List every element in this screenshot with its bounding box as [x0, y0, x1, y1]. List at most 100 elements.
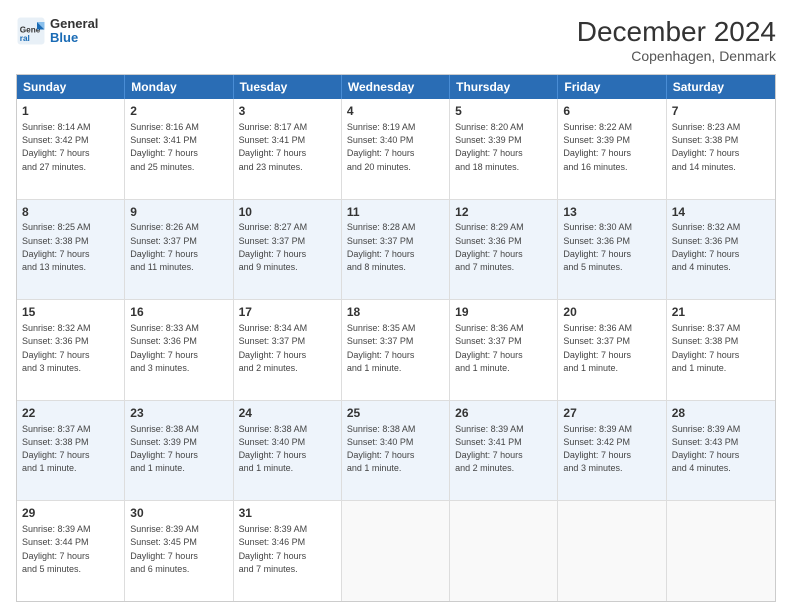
calendar-cell: 9Sunrise: 8:26 AM Sunset: 3:37 PM Daylig… [125, 200, 233, 300]
day-number: 1 [22, 103, 119, 120]
day-number: 28 [672, 405, 770, 422]
cell-info: Sunrise: 8:27 AM Sunset: 3:37 PM Dayligh… [239, 222, 308, 272]
logo-general-text: General [50, 17, 98, 31]
cell-info: Sunrise: 8:32 AM Sunset: 3:36 PM Dayligh… [672, 222, 741, 272]
cell-info: Sunrise: 8:22 AM Sunset: 3:39 PM Dayligh… [563, 122, 632, 172]
day-number: 8 [22, 204, 119, 221]
calendar-cell [450, 501, 558, 601]
cell-info: Sunrise: 8:30 AM Sunset: 3:36 PM Dayligh… [563, 222, 632, 272]
day-number: 23 [130, 405, 227, 422]
day-number: 26 [455, 405, 552, 422]
cell-info: Sunrise: 8:39 AM Sunset: 3:41 PM Dayligh… [455, 424, 524, 474]
day-number: 31 [239, 505, 336, 522]
day-number: 9 [130, 204, 227, 221]
calendar-cell: 13Sunrise: 8:30 AM Sunset: 3:36 PM Dayli… [558, 200, 666, 300]
cell-info: Sunrise: 8:29 AM Sunset: 3:36 PM Dayligh… [455, 222, 524, 272]
day-number: 4 [347, 103, 444, 120]
calendar-cell: 26 Sunrise: 8:39 AM Sunset: 3:41 PM Dayli… [450, 401, 558, 501]
cell-info: Sunrise: 8:37 AM Sunset: 3:38 PM Dayligh… [672, 323, 741, 373]
cell-info: Sunrise: 8:17 AM Sunset: 3:41 PM Dayligh… [239, 122, 308, 172]
cell-info: Sunrise: 8:19 AM Sunset: 3:40 PM Dayligh… [347, 122, 416, 172]
page: Gene ral General Blue December 2024 Cope… [0, 0, 792, 612]
day-number: 6 [563, 103, 660, 120]
cell-info: Sunrise: 8:39 AM Sunset: 3:44 PM Dayligh… [22, 524, 91, 574]
cell-info: Sunrise: 8:36 AM Sunset: 3:37 PM Dayligh… [563, 323, 632, 373]
main-title: December 2024 [577, 16, 776, 48]
calendar-header-day: Thursday [450, 75, 558, 99]
day-number: 16 [130, 304, 227, 321]
calendar-cell [342, 501, 450, 601]
day-number: 12 [455, 204, 552, 221]
cell-info: Sunrise: 8:28 AM Sunset: 3:37 PM Dayligh… [347, 222, 416, 272]
calendar-row: 8Sunrise: 8:25 AM Sunset: 3:38 PM Daylig… [17, 200, 775, 301]
day-number: 19 [455, 304, 552, 321]
day-number: 5 [455, 103, 552, 120]
cell-info: Sunrise: 8:23 AM Sunset: 3:38 PM Dayligh… [672, 122, 741, 172]
cell-info: Sunrise: 8:38 AM Sunset: 3:40 PM Dayligh… [239, 424, 308, 474]
cell-info: Sunrise: 8:39 AM Sunset: 3:45 PM Dayligh… [130, 524, 199, 574]
cell-info: Sunrise: 8:14 AM Sunset: 3:42 PM Dayligh… [22, 122, 91, 172]
calendar-cell: 25Sunrise: 8:38 AM Sunset: 3:40 PM Dayli… [342, 401, 450, 501]
calendar-cell: 11Sunrise: 8:28 AM Sunset: 3:37 PM Dayli… [342, 200, 450, 300]
calendar: SundayMondayTuesdayWednesdayThursdayFrid… [16, 74, 776, 602]
day-number: 27 [563, 405, 660, 422]
calendar-cell: 31 Sunrise: 8:39 AM Sunset: 3:46 PM Dayli… [234, 501, 342, 601]
calendar-cell: 12Sunrise: 8:29 AM Sunset: 3:36 PM Dayli… [450, 200, 558, 300]
calendar-header-day: Tuesday [234, 75, 342, 99]
day-number: 13 [563, 204, 660, 221]
logo-blue-text: Blue [50, 31, 98, 45]
day-number: 22 [22, 405, 119, 422]
calendar-row: 15 Sunrise: 8:32 AM Sunset: 3:36 PM Dayli… [17, 300, 775, 401]
cell-info: Sunrise: 8:38 AM Sunset: 3:39 PM Dayligh… [130, 424, 199, 474]
calendar-cell: 29Sunrise: 8:39 AM Sunset: 3:44 PM Dayli… [17, 501, 125, 601]
logo-text: General Blue [50, 17, 98, 46]
title-block: December 2024 Copenhagen, Denmark [577, 16, 776, 64]
calendar-cell [667, 501, 775, 601]
calendar-header-day: Monday [125, 75, 233, 99]
calendar-header-day: Saturday [667, 75, 775, 99]
calendar-cell: 6 Sunrise: 8:22 AM Sunset: 3:39 PM Daylig… [558, 99, 666, 199]
calendar-cell: 1 Sunrise: 8:14 AM Sunset: 3:42 PM Daylig… [17, 99, 125, 199]
calendar-cell: 10Sunrise: 8:27 AM Sunset: 3:37 PM Dayli… [234, 200, 342, 300]
calendar-cell: 7Sunrise: 8:23 AM Sunset: 3:38 PM Daylig… [667, 99, 775, 199]
calendar-cell: 4 Sunrise: 8:19 AM Sunset: 3:40 PM Daylig… [342, 99, 450, 199]
cell-info: Sunrise: 8:39 AM Sunset: 3:42 PM Dayligh… [563, 424, 632, 474]
logo-icon: Gene ral [16, 16, 46, 46]
cell-info: Sunrise: 8:37 AM Sunset: 3:38 PM Dayligh… [22, 424, 91, 474]
calendar-header-day: Friday [558, 75, 666, 99]
calendar-cell [558, 501, 666, 601]
day-number: 24 [239, 405, 336, 422]
calendar-header-day: Sunday [17, 75, 125, 99]
day-number: 25 [347, 405, 444, 422]
calendar-cell: 28Sunrise: 8:39 AM Sunset: 3:43 PM Dayli… [667, 401, 775, 501]
calendar-cell: 22 Sunrise: 8:37 AM Sunset: 3:38 PM Dayli… [17, 401, 125, 501]
calendar-row: 1 Sunrise: 8:14 AM Sunset: 3:42 PM Daylig… [17, 99, 775, 200]
logo: Gene ral General Blue [16, 16, 98, 46]
day-number: 17 [239, 304, 336, 321]
calendar-cell: 27 Sunrise: 8:39 AM Sunset: 3:42 PM Dayli… [558, 401, 666, 501]
calendar-cell: 19Sunrise: 8:36 AM Sunset: 3:37 PM Dayli… [450, 300, 558, 400]
calendar-cell: 18Sunrise: 8:35 AM Sunset: 3:37 PM Dayli… [342, 300, 450, 400]
day-number: 14 [672, 204, 770, 221]
calendar-cell: 3Sunrise: 8:17 AM Sunset: 3:41 PM Daylig… [234, 99, 342, 199]
day-number: 30 [130, 505, 227, 522]
day-number: 15 [22, 304, 119, 321]
header: Gene ral General Blue December 2024 Cope… [16, 16, 776, 64]
calendar-header: SundayMondayTuesdayWednesdayThursdayFrid… [17, 75, 775, 99]
cell-info: Sunrise: 8:32 AM Sunset: 3:36 PM Dayligh… [22, 323, 91, 373]
calendar-cell: 30 Sunrise: 8:39 AM Sunset: 3:45 PM Dayli… [125, 501, 233, 601]
calendar-cell: 16Sunrise: 8:33 AM Sunset: 3:36 PM Dayli… [125, 300, 233, 400]
cell-info: Sunrise: 8:35 AM Sunset: 3:37 PM Dayligh… [347, 323, 416, 373]
cell-info: Sunrise: 8:34 AM Sunset: 3:37 PM Dayligh… [239, 323, 308, 373]
svg-text:ral: ral [20, 34, 30, 43]
calendar-cell: 15 Sunrise: 8:32 AM Sunset: 3:36 PM Dayli… [17, 300, 125, 400]
cell-info: Sunrise: 8:39 AM Sunset: 3:46 PM Dayligh… [239, 524, 308, 574]
calendar-cell: 23 Sunrise: 8:38 AM Sunset: 3:39 PM Dayli… [125, 401, 233, 501]
day-number: 21 [672, 304, 770, 321]
day-number: 2 [130, 103, 227, 120]
calendar-header-day: Wednesday [342, 75, 450, 99]
calendar-cell: 17 Sunrise: 8:34 AM Sunset: 3:37 PM Dayli… [234, 300, 342, 400]
calendar-cell: 24 Sunrise: 8:38 AM Sunset: 3:40 PM Dayli… [234, 401, 342, 501]
day-number: 11 [347, 204, 444, 221]
calendar-cell: 2Sunrise: 8:16 AM Sunset: 3:41 PM Daylig… [125, 99, 233, 199]
